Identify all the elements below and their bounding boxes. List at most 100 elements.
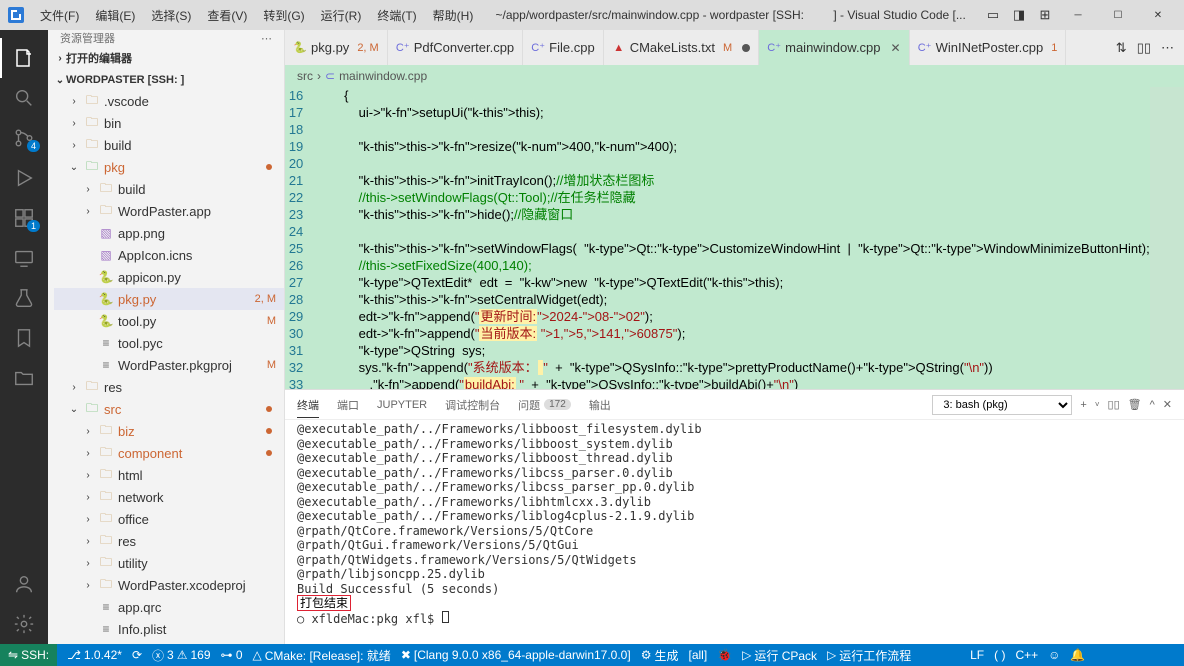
- tree-item[interactable]: ›🗀office: [54, 508, 284, 530]
- tree-item[interactable]: ≡WordPaster.pkgprojM: [54, 354, 284, 376]
- extensions-icon[interactable]: 1: [0, 198, 48, 238]
- tree-item[interactable]: ›🗀build: [54, 134, 284, 156]
- terminal-output[interactable]: @executable_path/../Frameworks/libboost_…: [285, 420, 1184, 644]
- lang-status[interactable]: C++: [1015, 648, 1038, 662]
- sync-status[interactable]: ⟳: [132, 648, 142, 662]
- test-icon[interactable]: [0, 278, 48, 318]
- tree-item[interactable]: ›🗀html: [54, 464, 284, 486]
- file-icon: 🐍: [98, 269, 114, 285]
- remote-icon[interactable]: [0, 238, 48, 278]
- menu-file[interactable]: 文件(F): [34, 5, 85, 26]
- tree-item[interactable]: ▧app.png: [54, 222, 284, 244]
- compare-icon[interactable]: ⇅: [1116, 40, 1127, 56]
- toggle-panel-icon[interactable]: ▭: [985, 7, 1001, 23]
- tree-item[interactable]: ›🗀WordPaster.xcodeproj: [54, 574, 284, 596]
- minimize-button[interactable]: ─: [1060, 0, 1096, 30]
- tree-item[interactable]: ›🗀network: [54, 486, 284, 508]
- editor-tab[interactable]: C⁺PdfConverter.cpp: [388, 30, 523, 65]
- build-status[interactable]: ⚙ 生成: [641, 647, 679, 664]
- editor-tab[interactable]: C⁺mainwindow.cpp✕: [759, 30, 909, 65]
- account-icon[interactable]: [0, 564, 48, 604]
- settings-icon[interactable]: [0, 604, 48, 644]
- tree-item[interactable]: ≡app.qrc: [54, 596, 284, 618]
- more-icon[interactable]: ⋯: [261, 32, 272, 45]
- code-editor[interactable]: 16 17 18 19 20 21 22 23 24 25 26 27 28 2…: [285, 87, 1184, 389]
- kill-terminal-icon[interactable]: 🗑: [1128, 398, 1142, 411]
- tree-item[interactable]: ›🗀build: [54, 178, 284, 200]
- open-editors-section[interactable]: ›打开的编辑器: [54, 46, 284, 70]
- run-workflow[interactable]: ▷ 运行工作流程: [827, 647, 911, 664]
- editor-tab[interactable]: ▲CMakeLists.txtM: [604, 30, 759, 65]
- tree-item[interactable]: ⌄🗀pkg: [54, 156, 284, 178]
- maximize-button[interactable]: ☐: [1100, 0, 1136, 30]
- close-button[interactable]: ✕: [1140, 0, 1176, 30]
- panel-tab-debugconsole[interactable]: 调试控制台: [445, 397, 500, 413]
- feedback-icon[interactable]: ☺: [1048, 648, 1060, 662]
- tree-label: component: [118, 446, 266, 461]
- tree-item[interactable]: ▧AppIcon.icns: [54, 244, 284, 266]
- scm-icon[interactable]: 4: [0, 118, 48, 158]
- split-editor-icon[interactable]: ▯▯: [1137, 40, 1151, 56]
- layout-icon[interactable]: ⊞: [1037, 7, 1053, 23]
- menu-terminal[interactable]: 终端(T): [371, 5, 422, 26]
- panel-tab-terminal[interactable]: 终端: [297, 397, 319, 418]
- run-cpack[interactable]: ▷ 运行 CPack: [742, 647, 817, 664]
- tree-item[interactable]: ›🗀WordPaster.app: [54, 200, 284, 222]
- debug-icon[interactable]: [0, 158, 48, 198]
- port-status[interactable]: ⊶ 0: [221, 648, 243, 662]
- tree-item[interactable]: ›🗀.vscode: [54, 90, 284, 112]
- tree-item[interactable]: 🐍appicon.py: [54, 266, 284, 288]
- tree-item[interactable]: ›🗀bin: [54, 112, 284, 134]
- tree-item[interactable]: ≡Info.plist: [54, 618, 284, 640]
- tree-item[interactable]: ›🗀res: [54, 376, 284, 398]
- tree-item[interactable]: ⌄🗀src: [54, 398, 284, 420]
- tree-item[interactable]: ›🗀component: [54, 442, 284, 464]
- tree-item[interactable]: 🐍pkg.py2, M: [54, 288, 284, 310]
- problems-status[interactable]: ⓧ 3 ⚠ 169: [152, 647, 211, 664]
- tree-item[interactable]: ≡tool.pyc: [54, 332, 284, 354]
- target-status[interactable]: [all]: [688, 648, 707, 662]
- workspace-section[interactable]: ⌄WORDPASTER [SSH: ]: [54, 70, 284, 90]
- close-panel-icon[interactable]: ✕: [1163, 398, 1172, 411]
- folder-icon[interactable]: [0, 358, 48, 398]
- cmake-status[interactable]: △ CMake: [Release]: 就绪: [253, 647, 391, 664]
- menu-help[interactable]: 帮助(H): [427, 5, 480, 26]
- tree-item[interactable]: ›🗀res: [54, 530, 284, 552]
- terminal-select[interactable]: 3: bash (pkg): [932, 395, 1072, 415]
- maximize-panel-icon[interactable]: ^: [1150, 399, 1155, 411]
- tree-item[interactable]: ›🗀utility: [54, 552, 284, 574]
- editor-tab[interactable]: 🐍pkg.py2, M: [285, 30, 388, 65]
- bookmark-icon[interactable]: [0, 318, 48, 358]
- breadcrumb[interactable]: src › ⊂ mainwindow.cpp: [285, 65, 1184, 87]
- tab-file-icon: C⁺: [396, 41, 410, 55]
- close-tab-icon[interactable]: ✕: [891, 41, 901, 55]
- menu-run[interactable]: 运行(R): [315, 5, 368, 26]
- notif-icon[interactable]: 🔔: [1070, 648, 1085, 662]
- panel-tab-ports[interactable]: 端口: [337, 397, 359, 413]
- more-icon[interactable]: ⋯: [1161, 40, 1174, 56]
- spaces-status[interactable]: ( ): [994, 648, 1005, 662]
- branch-status[interactable]: ⎇ 1.0.42*: [67, 648, 122, 662]
- editor-tab[interactable]: C⁺File.cpp: [523, 30, 604, 65]
- split-terminal-icon[interactable]: ▯▯: [1108, 398, 1120, 411]
- menu-selection[interactable]: 选择(S): [145, 5, 197, 26]
- tree-item[interactable]: 🐍tool.pyM: [54, 310, 284, 332]
- editor-tab[interactable]: C⁺WinINetPoster.cpp1: [910, 30, 1067, 65]
- explorer-icon[interactable]: [0, 38, 48, 78]
- toggle-sidebar-icon[interactable]: ◨: [1011, 7, 1027, 23]
- eol-status[interactable]: LF: [970, 648, 984, 662]
- panel-tab-problems[interactable]: 问题 172: [518, 397, 571, 413]
- menu-view[interactable]: 查看(V): [201, 5, 253, 26]
- debug-status[interactable]: 🐞: [717, 648, 732, 662]
- search-icon[interactable]: [0, 78, 48, 118]
- tree-item[interactable]: ›🗀biz: [54, 420, 284, 442]
- folder-icon: 🗀: [84, 115, 100, 131]
- new-terminal-icon[interactable]: +: [1080, 399, 1086, 411]
- panel-tab-jupyter[interactable]: JUPYTER: [377, 399, 427, 411]
- panel-tab-output[interactable]: 输出: [589, 397, 611, 413]
- minimap[interactable]: [1150, 87, 1184, 389]
- menu-edit[interactable]: 编辑(E): [89, 5, 141, 26]
- kit-status[interactable]: ✖ [Clang 9.0.0 x86_64-apple-darwin17.0.0…: [401, 648, 631, 662]
- menu-go[interactable]: 转到(G): [257, 5, 310, 26]
- remote-status[interactable]: ⇋ SSH:: [0, 644, 57, 666]
